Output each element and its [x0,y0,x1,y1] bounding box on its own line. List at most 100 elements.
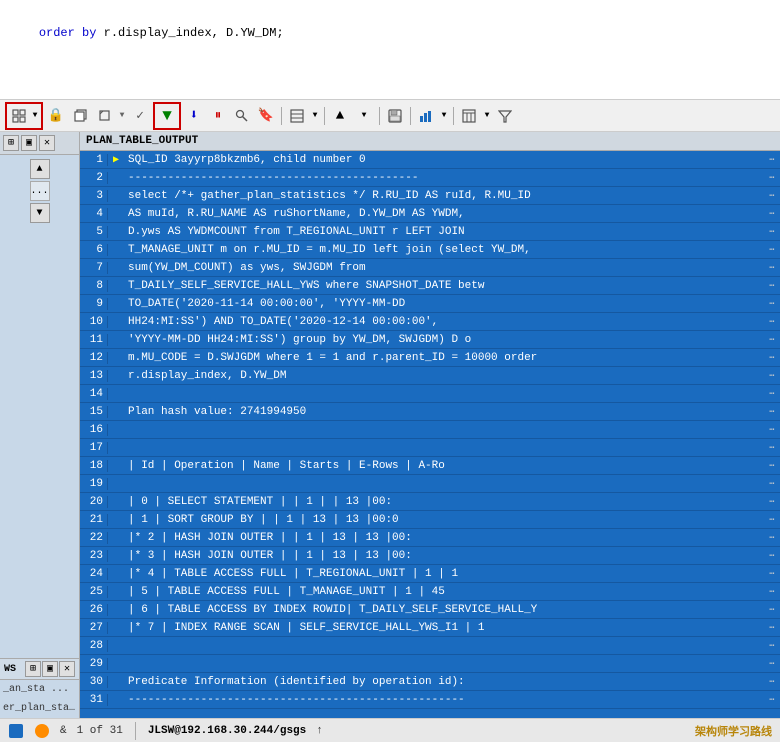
table-row[interactable]: 12m.MU_CODE = D.SWJGDM where 1 = 1 and r… [80,349,780,367]
ws-grid-btn[interactable]: ⊞ [25,661,41,677]
row-expand-btn[interactable]: ⋯ [764,155,780,165]
row-expand-btn[interactable]: ⋯ [764,371,780,381]
row-expand-btn[interactable]: ⋯ [764,191,780,201]
table-row[interactable]: 23|* 3 | HASH JOIN OUTER | | 1 | 13 | 13… [80,547,780,565]
row-expand-btn[interactable]: ⋯ [764,317,780,327]
row-expand-btn[interactable]: ⋯ [764,335,780,345]
row-expand-btn[interactable]: ⋯ [764,209,780,219]
row-expand-btn[interactable]: ⋯ [764,623,780,633]
ws-pin-btn[interactable]: ▣ [42,661,58,677]
copy1-btn[interactable] [69,105,91,127]
green-down-btn[interactable]: ▼ [156,105,178,127]
row-expand-btn[interactable]: ⋯ [764,695,780,705]
sidebar-grid-btn[interactable]: ⊞ [3,135,19,151]
row-expand-btn[interactable]: ⋯ [764,461,780,471]
row-expand-btn[interactable]: ⋯ [764,569,780,579]
table-btn[interactable] [458,105,480,127]
arrow-down2-btn[interactable]: ▼ [353,105,375,127]
copy2-btn[interactable] [93,105,115,127]
row-expand-btn[interactable]: ⋯ [764,479,780,489]
grid-dropdown-btn[interactable]: ▼ [30,105,40,127]
table-row[interactable]: 6T_MANAGE_UNIT m on r.MU_ID = m.MU_ID le… [80,241,780,259]
table-dropdown-btn[interactable]: ▼ [482,105,492,127]
row-expand-btn[interactable]: ⋯ [764,587,780,597]
row-expand-btn[interactable]: ⋯ [764,173,780,183]
table-row[interactable]: 8T_DAILY_SELF_SERVICE_HALL_YWS where SNA… [80,277,780,295]
save-btn[interactable] [384,105,406,127]
find-btn[interactable] [231,105,253,127]
sidebar-expand-btn[interactable]: ... [30,181,50,201]
table-row[interactable]: 29⋯ [80,655,780,673]
row-expand-btn[interactable]: ⋯ [764,281,780,291]
sidebar-close-btn[interactable]: ✕ [39,135,55,151]
table-row[interactable]: 22|* 2 | HASH JOIN OUTER | | 1 | 13 | 13… [80,529,780,547]
table-row[interactable]: 30Predicate Information (identified by o… [80,673,780,691]
lock-btn[interactable]: 🔒 [45,105,67,127]
table-row[interactable]: 14⋯ [80,385,780,403]
filter-btn[interactable] [494,105,516,127]
table-row[interactable]: 15Plan hash value: 2741994950⋯ [80,403,780,421]
sidebar-scroll-up[interactable]: ▲ [30,159,50,179]
row-expand-btn[interactable]: ⋯ [764,227,780,237]
row-expand-btn[interactable]: ⋯ [764,389,780,399]
grid2-dropdown-btn[interactable]: ▼ [310,105,320,127]
bookmark-btn[interactable]: 🔖 [255,105,277,127]
table-row[interactable]: 31--------------------------------------… [80,691,780,709]
row-expand-btn[interactable]: ⋯ [764,533,780,543]
chart-btn[interactable] [415,105,437,127]
table-row[interactable]: 5D.yws AS YWDMCOUNT from T_REGIONAL_UNIT… [80,223,780,241]
table-row[interactable]: 26| 6 | TABLE ACCESS BY INDEX ROWID| T_D… [80,601,780,619]
table-row[interactable]: 1▶SQL_ID 3ayyrp8bkzmb6, child number 0⋯ [80,151,780,169]
grid-icon-btn[interactable] [8,105,30,127]
ws-close-btn[interactable]: ✕ [59,661,75,677]
row-expand-btn[interactable]: ⋯ [764,299,780,309]
row-expand-btn[interactable]: ⋯ [764,515,780,525]
table-row[interactable]: 21| 1 | SORT GROUP BY | | 1 | 13 | 13 |0… [80,511,780,529]
pause-btn[interactable]: ⏸ [207,105,229,127]
table-row[interactable]: 28⋯ [80,637,780,655]
table-row[interactable]: 20| 0 | SELECT STATEMENT | | 1 | | 13 |0… [80,493,780,511]
binoculars-icon [235,109,249,123]
row-expand-btn[interactable]: ⋯ [764,245,780,255]
table-row[interactable]: 4AS muId, R.RU_NAME AS ruShortName, D.YW… [80,205,780,223]
row-expand-btn[interactable]: ⋯ [764,407,780,417]
row-expand-btn[interactable]: ⋯ [764,551,780,561]
table-row[interactable]: 18| Id | Operation | Name | Starts | E-R… [80,457,780,475]
row-expand-btn[interactable]: ⋯ [764,263,780,273]
table-row[interactable]: 16⋯ [80,421,780,439]
table-row[interactable]: 17⋯ [80,439,780,457]
row-expand-btn[interactable]: ⋯ [764,677,780,687]
sidebar-item-an-sta[interactable]: _an_sta ... [0,680,79,699]
table-row[interactable]: 11'YYYY-MM-DD HH24:MI:SS') group by YW_D… [80,331,780,349]
sidebar-pin-btn[interactable]: ▣ [21,135,37,151]
grid2-btn[interactable] [286,105,308,127]
arrow-down-btn[interactable]: ▼ [117,105,127,127]
sidebar-scroll-down[interactable]: ▼ [30,203,50,223]
row-expand-btn[interactable]: ⋯ [764,659,780,669]
row-expand-btn[interactable]: ⋯ [764,353,780,363]
row-content [124,429,764,431]
table-row[interactable]: 10HH24:MI:SS') AND TO_DATE('2020-12-14 0… [80,313,780,331]
row-expand-btn[interactable]: ⋯ [764,605,780,615]
blue-down-btn[interactable]: ⬇ [183,105,205,127]
sidebar-item-plan-sta[interactable]: er_plan_sta ... [0,699,79,718]
table-row[interactable]: 13r.display_index, D.YW_DM⋯ [80,367,780,385]
table-row[interactable]: 2---------------------------------------… [80,169,780,187]
arrow-up-btn[interactable]: ▲ [329,105,351,127]
grid-body[interactable]: 1▶SQL_ID 3ayyrp8bkzmb6, child number 0⋯2… [80,151,780,718]
row-number: 24 [80,568,108,580]
table-row[interactable]: 3select /*+ gather_plan_statistics */ R.… [80,187,780,205]
chart-dropdown-btn[interactable]: ▼ [439,105,449,127]
table-row[interactable]: 7sum(YW_DM_COUNT) as yws, SWJGDM from⋯ [80,259,780,277]
row-expand-btn[interactable]: ⋯ [764,425,780,435]
check-btn[interactable]: ✓ [129,105,151,127]
row-expand-btn[interactable]: ⋯ [764,641,780,651]
table-row[interactable]: 19⋯ [80,475,780,493]
table-row[interactable]: 9 TO_DATE('2020-11-14 00:00:00', 'YYYY-M… [80,295,780,313]
row-expand-btn[interactable]: ⋯ [764,443,780,453]
row-expand-btn[interactable]: ⋯ [764,497,780,507]
table-row[interactable]: 27|* 7 | INDEX RANGE SCAN | SELF_SERVICE… [80,619,780,637]
table-row[interactable]: 24|* 4 | TABLE ACCESS FULL | T_REGIONAL_… [80,565,780,583]
table-row[interactable]: 25| 5 | TABLE ACCESS FULL | T_MANAGE_UNI… [80,583,780,601]
row-number: 31 [80,694,108,706]
